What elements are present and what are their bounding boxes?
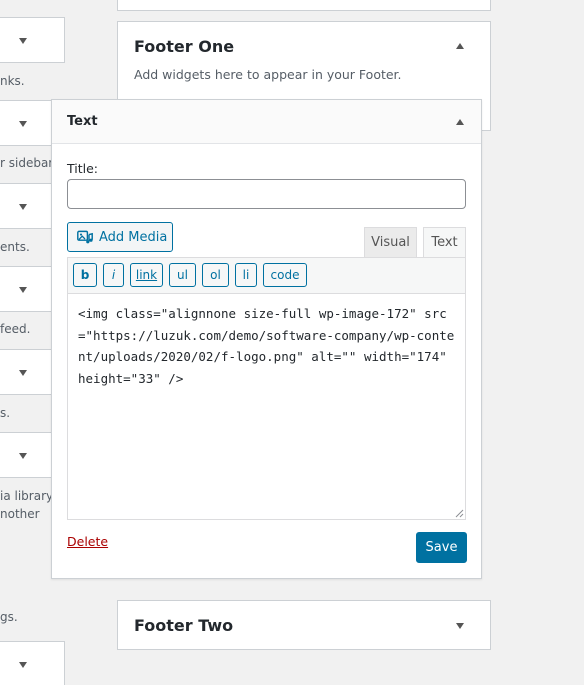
quicktag-bold-button[interactable]: b — [73, 263, 97, 287]
quicktag-ol-button[interactable]: ol — [202, 263, 229, 287]
delete-link[interactable]: Delete — [67, 534, 108, 549]
content-textarea[interactable]: <img class="alignnone size-full wp-image… — [67, 293, 466, 520]
available-widget-description: feed. — [0, 322, 31, 336]
available-widget-description: ents. — [0, 240, 30, 254]
available-widget-description: nks. — [0, 74, 25, 88]
available-widget-description: nother — [0, 507, 40, 521]
sidebar-footer-two[interactable]: Footer Two — [117, 600, 491, 650]
chevron-down-icon[interactable] — [19, 453, 27, 459]
quicktags-toolbar: b i link ul ol li code — [67, 257, 466, 293]
save-button[interactable]: Save — [416, 532, 467, 563]
chevron-down-icon[interactable] — [456, 623, 464, 629]
chevron-down-icon[interactable] — [19, 204, 27, 210]
available-widget-header[interactable] — [0, 641, 65, 685]
title-label: Title: — [67, 161, 98, 176]
chevron-down-icon[interactable] — [19, 38, 27, 44]
quicktag-italic-button[interactable]: i — [103, 263, 124, 287]
media-icon — [77, 230, 93, 244]
available-widget-header[interactable] — [0, 17, 65, 63]
chevron-down-icon[interactable] — [19, 121, 27, 127]
add-media-label: Add Media — [99, 229, 168, 245]
tab-text[interactable]: Text — [423, 227, 466, 257]
sidebar-title[interactable]: Footer Two — [134, 616, 233, 635]
sidebar-description: Add widgets here to appear in your Foote… — [134, 67, 402, 82]
quicktag-li-button[interactable]: li — [235, 263, 257, 287]
tab-visual[interactable]: Visual — [364, 227, 417, 257]
available-widget-description: ia library — [0, 489, 54, 503]
available-widget-description: r sidebar. — [0, 156, 56, 170]
add-media-button[interactable]: Add Media — [67, 222, 173, 252]
chevron-down-icon[interactable] — [19, 287, 27, 293]
resize-handle-icon[interactable] — [454, 508, 464, 518]
sidebar-title[interactable]: Footer One — [134, 37, 234, 56]
chevron-down-icon[interactable] — [19, 370, 27, 376]
sidebar-area-previous — [117, 0, 491, 11]
chevron-up-icon[interactable] — [456, 43, 464, 49]
quicktag-link-button[interactable]: link — [130, 263, 163, 287]
available-widget-description: gs. — [0, 610, 18, 624]
text-widget: Text Title: Add Media Visual Text b i li… — [51, 99, 482, 579]
quicktag-ul-button[interactable]: ul — [169, 263, 196, 287]
quicktag-code-button[interactable]: code — [263, 263, 307, 287]
widget-title: Text — [67, 114, 98, 129]
widget-header[interactable]: Text — [52, 100, 481, 144]
chevron-up-icon[interactable] — [456, 119, 464, 125]
title-input[interactable] — [67, 179, 466, 209]
chevron-down-icon[interactable] — [19, 662, 27, 668]
available-widget-description: s. — [0, 406, 11, 420]
